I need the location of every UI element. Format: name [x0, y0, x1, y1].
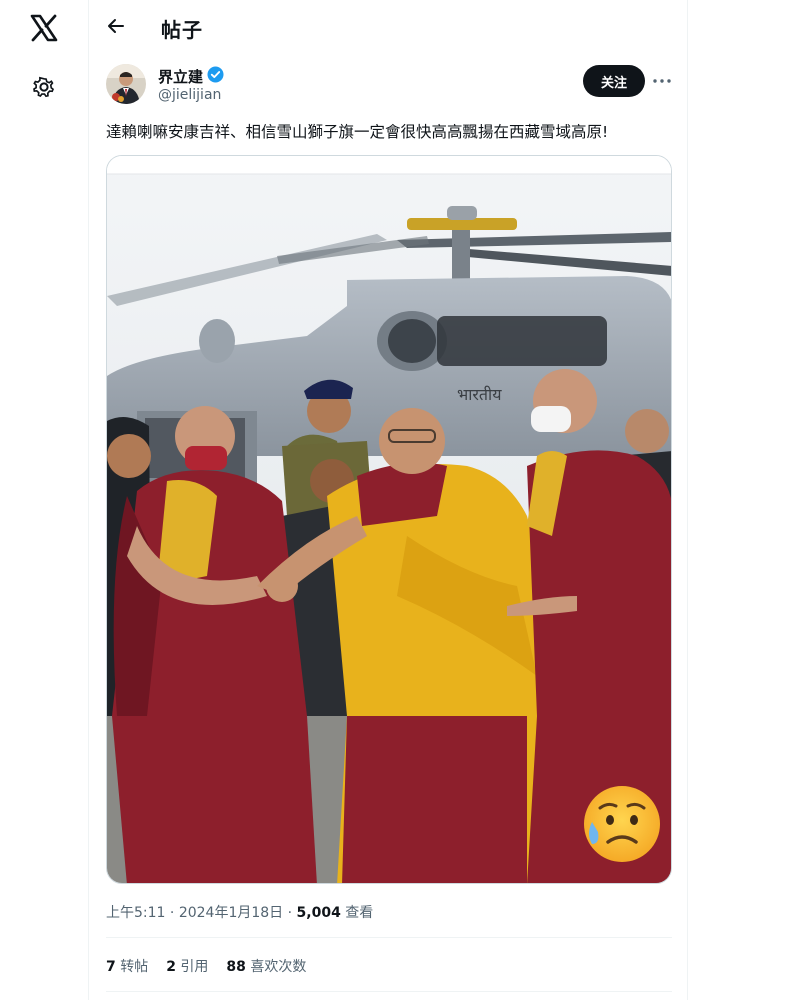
- svg-text:भारतीय: भारतीय: [457, 385, 502, 404]
- left-rail: [0, 0, 88, 1000]
- author-name[interactable]: 界立建: [158, 66, 203, 87]
- likes-count: 88: [226, 959, 246, 975]
- sad-face-emoji-icon: [584, 786, 660, 862]
- quotes-count: 2: [166, 959, 176, 975]
- follow-button[interactable]: 关注: [583, 65, 645, 97]
- gear-icon[interactable]: [31, 74, 57, 100]
- post-metadata: 上午5:11 · 2024年1月18日 · 5,004 查看: [106, 902, 373, 922]
- x-logo-icon[interactable]: [29, 13, 59, 43]
- quotes-label: 引用: [180, 959, 209, 975]
- divider: [106, 991, 672, 992]
- post-text: 達賴喇嘛安康吉祥、相信雪山獅子旗一定會很快高高飄揚在西藏雪域高原!: [106, 123, 609, 141]
- post-column: 帖子 界立建 @jielijian 关注 達賴喇嘛安康吉祥、相信雪山獅子旗一定會…: [88, 0, 688, 1000]
- post-image[interactable]: भारतीय: [106, 155, 672, 884]
- author-handle[interactable]: @jielijian: [158, 87, 221, 103]
- page-title: 帖子: [161, 18, 203, 42]
- reposts-label: 转帖: [120, 959, 149, 975]
- engagement-stats: 7 转帖 2 引用 88 喜欢次数: [106, 956, 306, 976]
- meta-separator: ·: [287, 905, 297, 921]
- more-options-icon[interactable]: [651, 70, 673, 92]
- likes-label: 喜欢次数: [250, 959, 307, 975]
- reposts-count: 7: [106, 959, 116, 975]
- views-label: 查看: [345, 905, 374, 921]
- meta-separator: ·: [169, 905, 179, 921]
- likes-stat[interactable]: 88 喜欢次数: [226, 956, 306, 976]
- quotes-stat[interactable]: 2 引用: [166, 956, 208, 976]
- reposts-stat[interactable]: 7 转帖: [106, 956, 148, 976]
- post-date[interactable]: 2024年1月18日: [179, 905, 283, 921]
- divider: [106, 937, 672, 938]
- verified-badge-icon: [207, 66, 224, 83]
- views-count: 5,004: [296, 905, 341, 921]
- post-time[interactable]: 上午5:11: [106, 905, 165, 921]
- avatar[interactable]: [106, 64, 146, 104]
- back-arrow-icon[interactable]: [105, 15, 127, 37]
- top-bar: 帖子: [89, 0, 687, 54]
